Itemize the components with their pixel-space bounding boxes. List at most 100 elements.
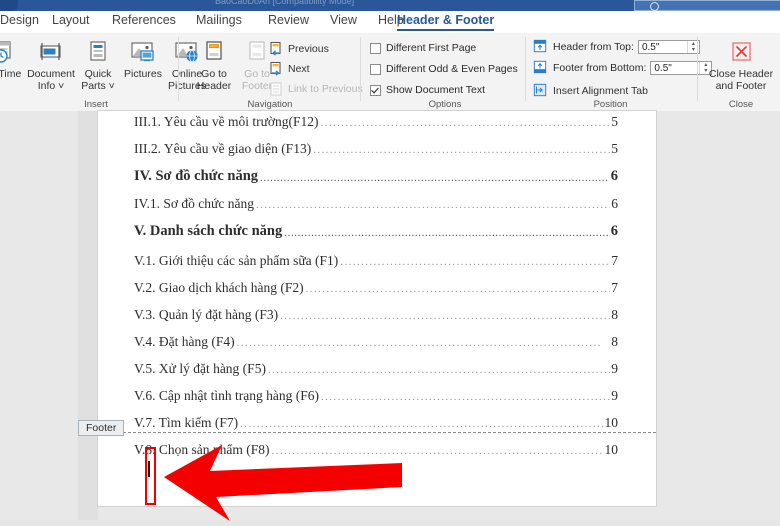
previous-button[interactable]: Previous [268, 41, 329, 57]
toc-entry-page: 6 [611, 223, 618, 240]
tab-review[interactable]: Review [268, 13, 309, 27]
toc-entry[interactable]: V.1. Giới thiệu các sản phẩm sữa (F1) ..… [134, 253, 618, 269]
group-separator [178, 37, 179, 101]
footer-from-bottom-icon [533, 60, 549, 76]
close-header-and-footer-button[interactable]: Close Header and Footer [706, 37, 776, 92]
toc-entry-text: V. Danh sách chức năng [134, 223, 282, 240]
toc-entry-text: III.1. Yêu cầu về môi trường(F12) [134, 114, 319, 130]
quick-access-toolbar[interactable] [0, 0, 18, 11]
toc-leader: ........................................… [340, 256, 610, 268]
toc-leader: ........................................… [260, 172, 610, 184]
header-from-top-icon [533, 39, 549, 55]
footer-from-bottom-input[interactable]: 0.5" ▴▾ [650, 61, 712, 75]
tab-layout[interactable]: Layout [52, 13, 90, 27]
toc-entry-page: 9 [611, 361, 618, 377]
different-first-page-checkbox[interactable] [370, 43, 381, 54]
document-workspace[interactable]: III.1. Yêu cầu về môi trường(F12) ......… [0, 111, 780, 520]
toc-entry[interactable]: V. Danh sách chức năng .................… [134, 223, 618, 240]
toc-entry[interactable]: V.5. Xử lý đặt hàng (F5) ...............… [134, 361, 618, 377]
tab-view[interactable]: View [330, 13, 357, 27]
toc-entry-page: 7 [611, 253, 618, 269]
different-odd-even-option[interactable]: Different Odd & Even Pages [370, 63, 518, 75]
table-of-contents: III.1. Yêu cầu về môi trường(F12) ......… [134, 107, 618, 458]
header-from-top-row[interactable]: Header from Top: 0.5" ▴▾ [533, 39, 700, 55]
toc-entry-page: 8 [611, 334, 618, 350]
toc-entry-page: 10 [605, 415, 619, 431]
header-from-top-value: 0.5" [639, 42, 687, 53]
insert-alignment-tab-button[interactable]: Insert Alignment Tab [533, 83, 648, 99]
toc-entry[interactable]: III.2. Yêu cầu về giao diện (F13) ......… [134, 141, 618, 157]
show-document-text-checkbox[interactable] [370, 85, 381, 96]
different-first-page-option[interactable]: Different First Page [370, 42, 476, 54]
toc-entry[interactable]: V.7. Tìm kiếm (F7) .....................… [134, 415, 618, 431]
toc-entry-page: 6 [611, 168, 618, 185]
show-document-text-option[interactable]: Show Document Text [370, 84, 485, 96]
footer-cursor-highlight [145, 447, 156, 505]
toc-entry-page: 7 [611, 280, 618, 296]
group-separator [525, 37, 526, 101]
link-to-previous-icon [268, 81, 284, 97]
link-to-previous-button: Link to Previous [268, 81, 363, 97]
tab-mailings[interactable]: Mailings [196, 13, 242, 27]
toc-leader: ........................................… [256, 199, 610, 211]
tab-header-and-footer[interactable]: Header & Footer [397, 13, 494, 27]
previous-section-icon [268, 41, 284, 57]
footer-from-bottom-label: Footer from Bottom: [553, 62, 646, 74]
document-page[interactable]: III.1. Yêu cầu về môi trường(F12) ......… [98, 111, 656, 506]
toc-entry-text: V.7. Tìm kiếm (F7) [134, 415, 238, 431]
toc-entry-page: 6 [611, 196, 618, 212]
different-first-page-label: Different First Page [386, 42, 476, 54]
next-section-icon [268, 61, 284, 77]
toc-entry[interactable]: IV. Sơ đồ chức năng ....................… [134, 168, 618, 185]
tab-references[interactable]: References [112, 13, 176, 27]
toc-entry-text: V.2. Giao dịch khách hàng (F2) [134, 280, 304, 296]
toc-entry[interactable]: III.1. Yêu cầu về môi trường(F12) ......… [134, 114, 618, 130]
toc-entry-page: 8 [611, 307, 618, 323]
footer-tag: Footer [78, 420, 124, 436]
toc-entry[interactable]: V.3. Quản lý đặt hàng (F3) .............… [134, 307, 618, 323]
search-icon [650, 2, 659, 11]
header-from-top-input[interactable]: 0.5" ▴▾ [638, 40, 700, 54]
alignment-tab-icon [533, 83, 549, 99]
previous-label: Previous [288, 43, 329, 55]
toc-entry-text: IV. Sơ đồ chức năng [134, 168, 258, 185]
toc-leader: ........................................… [237, 337, 611, 349]
toc-leader: ........................................… [280, 310, 610, 322]
toc-entry-page: 10 [605, 442, 619, 458]
left-margin-strip [78, 111, 98, 520]
toc-entry-text: V.3. Quản lý đặt hàng (F3) [134, 307, 278, 323]
toc-entry[interactable]: V.2. Giao dịch khách hàng (F2) .........… [134, 280, 618, 296]
toc-entry-page: 9 [611, 388, 618, 404]
toc-entry-text: III.2. Yêu cầu về giao diện (F13) [134, 141, 311, 157]
red-arrow-annotation [158, 441, 408, 526]
toc-entry[interactable]: IV.1. Sơ đồ chức năng ..................… [134, 196, 618, 212]
footer-from-bottom-row[interactable]: Footer from Bottom: 0.5" ▴▾ [533, 60, 712, 76]
close-header-and-footer-label: Close Header and Footer [706, 69, 776, 92]
word-application-window: BaoCaoDoAn [Compatibility Mode] Design L… [0, 0, 780, 520]
toc-entry-text: V.5. Xử lý đặt hàng (F5) [134, 361, 266, 377]
close-group-label: Close [706, 99, 776, 110]
tab-header-and-footer-label: Header & Footer [397, 13, 494, 27]
ribbon: & Time Document Info ˅ [0, 33, 780, 112]
next-label: Next [288, 63, 310, 75]
active-tab-underline [397, 29, 494, 32]
different-odd-even-checkbox[interactable] [370, 64, 381, 75]
text-cursor [148, 461, 150, 477]
toc-leader: ........................................… [321, 391, 610, 403]
group-separator [360, 37, 361, 101]
toc-leader: ........................................… [306, 283, 611, 295]
window-controls[interactable] [774, 1, 776, 10]
toc-entry-text: V.4. Đặt hàng (F4) [134, 334, 235, 350]
footer-from-bottom-value: 0.5" [651, 63, 699, 74]
footer-separator-line [98, 432, 656, 433]
toc-entry[interactable]: V.6. Cập nhật tình trạng hàng (F6) .....… [134, 388, 618, 404]
toc-entry-text: IV.1. Sơ đồ chức năng [134, 196, 254, 212]
tab-design[interactable]: Design [0, 13, 39, 27]
close-x-icon [706, 37, 776, 67]
show-document-text-label: Show Document Text [386, 84, 485, 96]
toc-entry[interactable]: V.4. Đặt hàng (F4) .....................… [134, 334, 618, 350]
toc-entry-page: 5 [611, 141, 618, 157]
toc-entry-text: V.6. Cập nhật tình trạng hàng (F6) [134, 388, 319, 404]
toc-entry-page: 5 [611, 114, 618, 130]
next-button[interactable]: Next [268, 61, 310, 77]
